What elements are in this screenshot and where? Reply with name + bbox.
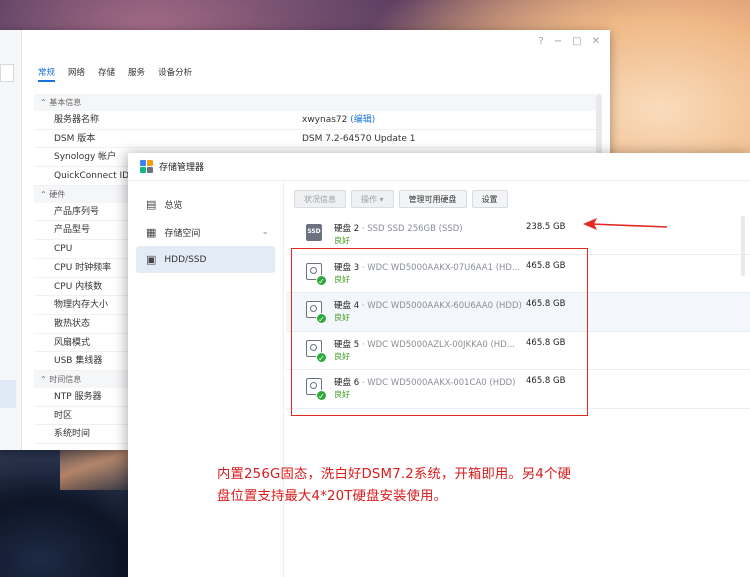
tab-4[interactable]: 设备分析	[158, 66, 192, 82]
minimize-button[interactable]: −	[554, 36, 562, 47]
storage-icon: ▦	[146, 225, 157, 239]
info-key: DSM 版本	[54, 133, 96, 144]
drive-model: · SSD SSD 256GB (SSD)	[359, 224, 463, 234]
toolbar-button-2[interactable]: 管理可用硬盘	[398, 190, 467, 208]
section-title: 硬件	[49, 189, 66, 199]
toolbar: 状况信息 操作 ▾ 管理可用硬盘 设置	[294, 190, 508, 208]
edit-link[interactable]: (编辑)	[350, 115, 375, 125]
section-title: 时间信息	[49, 374, 82, 384]
toolbar-button-3[interactable]: 设置	[471, 190, 508, 208]
info-value: xwynas72 (编辑)	[302, 111, 375, 129]
drive-name: 硬盘 2 · SSD SSD 256GB (SSD)	[334, 222, 463, 234]
tab-2[interactable]: 存储	[98, 66, 115, 82]
arrow-icon	[583, 218, 668, 230]
storage-nav: ▤ 总览 ▦ 存储空间 ⌄ ▣ HDD/SSD	[128, 181, 284, 577]
tab-1[interactable]: 网络	[68, 66, 85, 82]
info-value-text: xwynas72	[302, 115, 348, 125]
nav-label: HDD/SSD	[164, 254, 207, 265]
nav-item-1[interactable]: ▦ 存储空间 ⌄	[136, 219, 275, 246]
section-header[interactable]: ⌃ 基本信息	[34, 94, 596, 111]
annotation-caption: 内置256G固态，洗白好DSM7.2系统，开箱即用。另4个硬 盘位置支持最大4*…	[217, 464, 647, 508]
drive-label: 硬盘 2	[334, 224, 360, 234]
window-controls: ? − □ ✕	[538, 36, 600, 47]
caption-line: 内置256G固态，洗白好DSM7.2系统，开箱即用。另4个硬	[217, 467, 572, 482]
hdd-icon: ▣	[146, 253, 157, 266]
info-row: 服务器名称 xwynas72 (编辑)	[34, 111, 596, 130]
tab-3[interactable]: 服务	[128, 66, 145, 82]
chevron-down-icon[interactable]: ⌄	[261, 227, 269, 237]
nav-item-2[interactable]: ▣ HDD/SSD	[136, 246, 275, 273]
drive-status: 良好	[334, 236, 350, 245]
storage-manager-app-icon	[140, 160, 153, 173]
maximize-button[interactable]: □	[572, 36, 581, 47]
control-panel-sidebar	[0, 30, 22, 450]
nav-item-0[interactable]: ▤ 总览	[136, 191, 275, 218]
nav-label: 总览	[164, 201, 183, 211]
window-titlebar[interactable]: 存储管理器	[128, 153, 750, 181]
scrollbar[interactable]	[741, 216, 745, 276]
sidebar-selected-item[interactable]	[0, 380, 16, 408]
nav-label: 存储空间	[164, 228, 201, 239]
ssd-icon: SSD	[306, 224, 322, 241]
tab-0[interactable]: 常规	[38, 66, 56, 82]
help-button[interactable]: ?	[538, 36, 543, 47]
toolbar-button-1[interactable]: 操作 ▾	[351, 190, 394, 208]
toolbar-button-0[interactable]: 状况信息	[294, 190, 346, 208]
caption-line: 盘位置支持最大4*20T硬盘安装使用。	[217, 489, 448, 504]
tab-bar: 常规 网络 存储 服务 设备分析	[38, 66, 192, 82]
drive-size: 238.5 GB	[526, 222, 566, 232]
section-title: 基本信息	[49, 98, 82, 107]
info-value: DSM 7.2-64570 Update 1	[302, 130, 416, 148]
info-key: 服务器名称	[54, 115, 100, 125]
close-button[interactable]: ✕	[592, 36, 600, 47]
sidebar-search-box[interactable]	[0, 64, 14, 82]
overview-icon: ▤	[146, 198, 157, 211]
highlight-box	[291, 248, 588, 416]
info-row: DSM 版本 DSM 7.2-64570 Update 1	[34, 130, 596, 149]
info-value-text: DSM 7.2-64570 Update 1	[302, 133, 416, 144]
window-title: 存储管理器	[159, 163, 205, 173]
